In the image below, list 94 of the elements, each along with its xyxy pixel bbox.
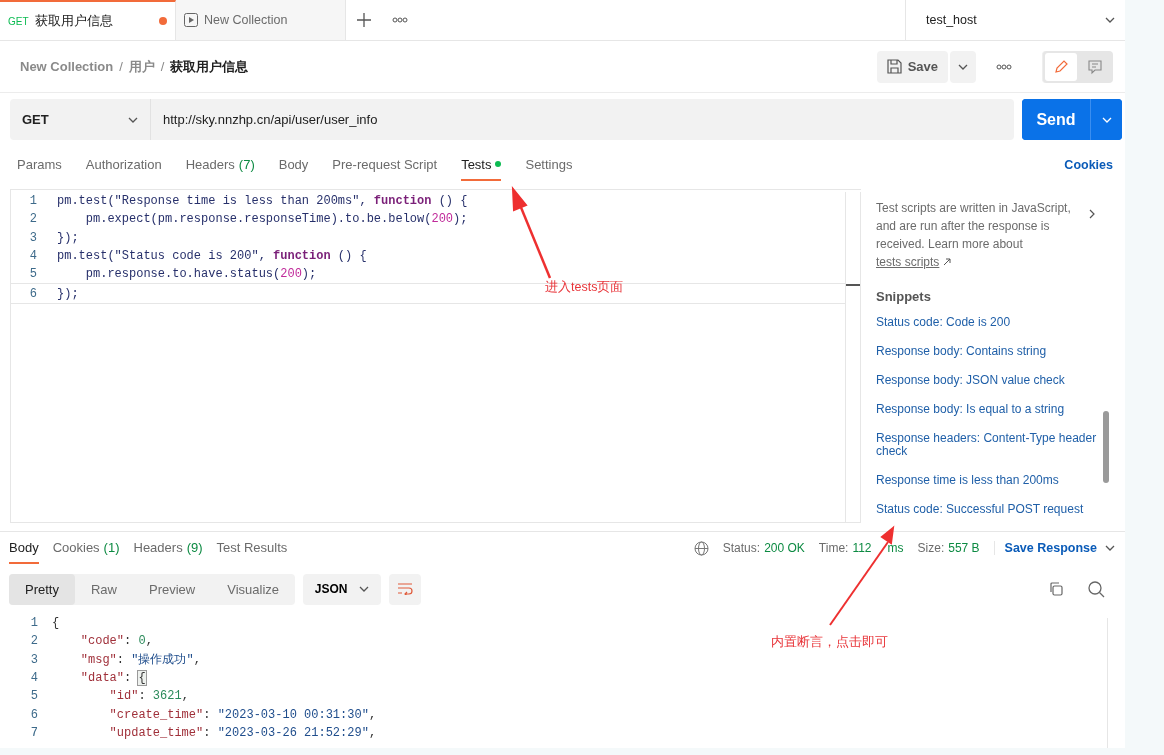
- chevron-down-icon: [1105, 545, 1115, 551]
- request-tab[interactable]: Params: [17, 149, 62, 181]
- chevron-down-icon: [958, 63, 968, 70]
- pencil-icon: [1053, 58, 1069, 75]
- code-line: });: [57, 286, 79, 301]
- annotation-text: 进入tests页面: [545, 279, 624, 296]
- code-line: "code": 0,: [79, 634, 153, 649]
- help-text: Test scripts are written in JavaScript, and are run after the response is received. Learn more about tests scripts: [876, 200, 1072, 271]
- response-tab[interactable]: Headers (9): [133, 532, 203, 564]
- pencil-button[interactable]: [1045, 52, 1077, 81]
- line-number: 2: [28, 212, 38, 227]
- breadcrumb-link[interactable]: 获取用户信息: [170, 57, 249, 76]
- annotation-text: 内置断言，点击即可: [771, 634, 888, 651]
- code-line: pm.response.to.have.status(200);: [84, 267, 317, 282]
- breadcrumb-link[interactable]: New Collection: [20, 59, 114, 74]
- request-tab[interactable]: GET 获取用户信息: [0, 0, 176, 40]
- line-number: 6: [28, 286, 38, 301]
- request-tab[interactable]: Pre-request Script: [332, 149, 438, 181]
- line-number: 7: [29, 725, 39, 740]
- view-mode-tab[interactable]: Preview: [133, 573, 212, 605]
- environment-select[interactable]: test_host: [905, 0, 1125, 40]
- method-select[interactable]: GET: [10, 99, 151, 140]
- code-line: pm.expect(pm.response.responseTime).to.be.below(200);: [84, 212, 468, 227]
- copy-icon[interactable]: [1048, 580, 1064, 598]
- comment-icon: [1087, 58, 1103, 75]
- line-number: 5: [29, 689, 39, 704]
- view-mode-tab[interactable]: Pretty: [9, 573, 75, 605]
- line-number: 4: [28, 249, 38, 264]
- response-tab[interactable]: Cookies (1): [52, 532, 120, 564]
- status-value: 200 OK: [764, 541, 805, 555]
- breadcrumb-separator: /: [160, 59, 165, 74]
- line-number: 1: [28, 194, 38, 209]
- line-number: 3: [29, 652, 39, 667]
- line-number: 1: [29, 616, 39, 631]
- chevron-down-icon: [128, 116, 138, 123]
- save-response-button[interactable]: Save Response: [993, 541, 1115, 555]
- request-tab[interactable]: New Collection: [176, 0, 346, 40]
- method-label: GET: [8, 15, 29, 27]
- request-tab[interactable]: Settings: [525, 149, 573, 181]
- request-tab[interactable]: Body: [278, 149, 309, 181]
- floppy-icon: [886, 59, 902, 74]
- save-button[interactable]: Save: [876, 50, 948, 83]
- code-line: pm.test("Status code is 200", function () {: [57, 249, 367, 264]
- code-line: "create_time": "2023-03-10 00:31:30",: [108, 707, 377, 722]
- snippet-link[interactable]: Response body: Is equal to a string: [876, 403, 1065, 416]
- tests-scripts-link[interactable]: tests scripts: [876, 255, 940, 269]
- time-label: Time:: [818, 541, 849, 555]
- breadcrumb-link[interactable]: 用户: [128, 57, 155, 76]
- snippet-link[interactable]: Response time is less than 200ms: [876, 474, 1059, 487]
- send-options-button[interactable]: [1090, 99, 1122, 140]
- wrap-lines-icon[interactable]: [389, 573, 422, 605]
- size-value: 557 B: [948, 541, 980, 555]
- code-line: "update_time": "2023-03-26 21:52:29",: [108, 725, 377, 740]
- line-number: 4: [29, 671, 39, 686]
- response-tab[interactable]: Body: [9, 532, 39, 564]
- time-unit: ms: [887, 541, 904, 555]
- play-icon: [184, 13, 198, 27]
- response-tab[interactable]: Test Results: [216, 532, 288, 564]
- snippet-link[interactable]: Status code: Code is 200: [876, 316, 1011, 329]
- format-select[interactable]: JSON: [303, 573, 382, 605]
- chevron-down-icon: [1101, 116, 1112, 123]
- code-line: });: [57, 230, 79, 245]
- code-line: "id": 3621,: [108, 689, 189, 704]
- time-value: 112: [852, 541, 872, 555]
- code-line: {: [52, 616, 60, 631]
- line-number: 3: [28, 230, 38, 245]
- external-link-icon: [942, 258, 951, 266]
- line-number: 6: [29, 707, 39, 722]
- code-line: pm.test("Response time is less than 200ms", function () {: [57, 194, 468, 209]
- line-number: 5: [28, 267, 38, 282]
- snippets-heading: Snippets: [876, 289, 932, 304]
- request-tab[interactable]: Authorization: [85, 149, 162, 181]
- view-mode-tab[interactable]: Raw: [74, 573, 133, 605]
- chevron-down-icon: [359, 586, 370, 592]
- cookies-link[interactable]: Cookies: [1064, 158, 1113, 172]
- search-icon[interactable]: [1088, 580, 1105, 598]
- globe-icon: [693, 540, 709, 556]
- scrollbar-thumb[interactable]: [1103, 411, 1109, 483]
- status-label: Status:: [722, 541, 761, 555]
- request-tab[interactable]: Tests: [461, 149, 502, 181]
- breadcrumb-separator: /: [119, 59, 123, 74]
- line-number: 2: [29, 634, 39, 649]
- code-line: "msg": "操作成功",: [79, 652, 201, 669]
- snippet-link[interactable]: Status code: Successful POST request: [876, 503, 1084, 516]
- view-mode-tab[interactable]: Visualize: [211, 573, 296, 605]
- snippet-link[interactable]: Response body: JSON value check: [876, 374, 1065, 387]
- code-line: "data": {: [79, 671, 146, 686]
- snippet-link[interactable]: Response headers: Content-Type header check: [876, 432, 1097, 458]
- size-label: Size:: [917, 541, 945, 555]
- snippet-link[interactable]: Response body: Contains string: [876, 345, 1047, 358]
- url-field[interactable]: http://sky.nnzhp.cn/api/user/user_info: [151, 99, 1014, 140]
- chevron-down-icon: [1105, 17, 1115, 23]
- request-tab[interactable]: Headers (7): [185, 149, 255, 181]
- save-options-button[interactable]: [950, 50, 976, 83]
